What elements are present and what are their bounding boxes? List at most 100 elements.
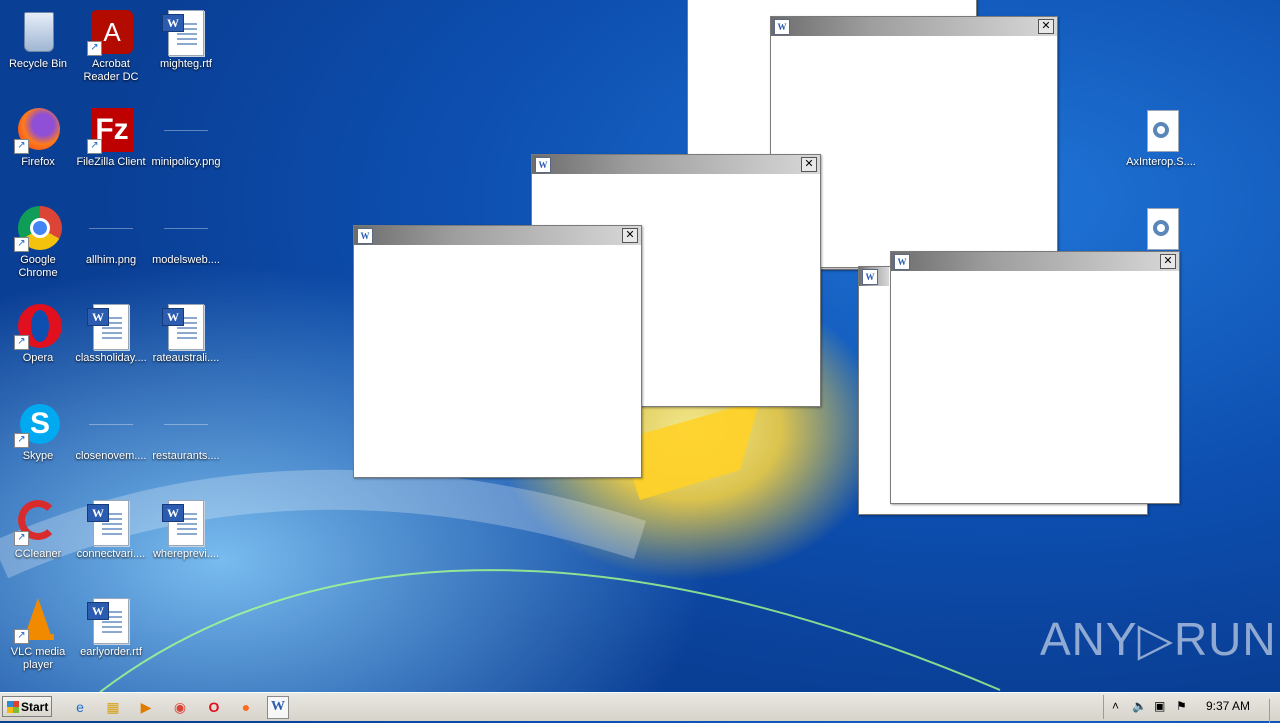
word-document-icon: W xyxy=(162,302,210,350)
desktop-icon-minipolicy[interactable]: minipolicy.png xyxy=(148,104,224,200)
desktop-icon-label: FileZilla Client xyxy=(76,156,146,168)
firefox-icon: ↗ xyxy=(14,106,62,154)
desktop-icon-connectvari[interactable]: W connectvari.... xyxy=(73,496,149,592)
desktop-icon-whereprevi[interactable]: W whereprevi.... xyxy=(148,496,224,592)
desktop-icon-opera[interactable]: ↗ Opera xyxy=(0,300,76,396)
desktop-icon-label: classholiday.... xyxy=(75,352,147,364)
opera-icon: ↗ xyxy=(14,302,62,350)
word-document-icon: W xyxy=(87,596,135,644)
clock[interactable]: 9:37 AM xyxy=(1206,699,1250,713)
popup-window[interactable]: W ✕ xyxy=(353,225,642,478)
desktop-icon-label: Opera xyxy=(22,352,54,364)
network-icon[interactable]: ▣ xyxy=(1154,699,1165,713)
desktop-icon-label: connectvari.... xyxy=(76,548,146,560)
close-icon[interactable]: ✕ xyxy=(1038,19,1054,34)
word-window-icon: W xyxy=(535,157,551,173)
desktop-icon-label: rateaustrali.... xyxy=(152,352,220,364)
chrome-icon: ↗ xyxy=(14,204,62,252)
media-player-icon[interactable]: ▶ xyxy=(136,697,156,717)
desktop-icon-ccleaner[interactable]: ↗ CCleaner xyxy=(0,496,76,592)
desktop-icon-label: Acrobat Reader DC xyxy=(83,58,139,83)
filezilla-icon: Fz ↗ xyxy=(87,106,135,154)
desktop-icon-label: Google Chrome xyxy=(18,254,58,279)
desktop-icon-label: allhim.png xyxy=(85,254,137,266)
settings-file-icon xyxy=(1137,204,1185,252)
ccleaner-icon: ↗ xyxy=(14,498,62,546)
shortcut-arrow-icon: ↗ xyxy=(87,41,102,56)
desktop-icon-restaurants[interactable]: restaurants.... xyxy=(148,398,224,494)
file-explorer-icon[interactable]: ▦ xyxy=(103,697,123,717)
shortcut-arrow-icon: ↗ xyxy=(14,335,29,350)
opera-icon[interactable]: O xyxy=(204,697,224,717)
desktop-icon-label: VLC media player xyxy=(10,646,66,671)
word-document-icon: W xyxy=(162,8,210,56)
word-window-icon: W xyxy=(357,228,373,244)
desktop-icon-acrobat[interactable]: A ↗ Acrobat Reader DC xyxy=(73,6,149,102)
settings-file-icon xyxy=(1137,106,1185,154)
desktop-icon-label: restaurants.... xyxy=(152,450,220,462)
image-file-icon xyxy=(162,400,210,448)
desktop-icon-modelsweb[interactable]: modelsweb.... xyxy=(148,202,224,298)
desktop-icon-chrome[interactable]: ↗ Google Chrome xyxy=(0,202,76,298)
desktop-icon-label: modelsweb.... xyxy=(152,254,220,266)
window-title-bar[interactable]: W ✕ xyxy=(891,252,1179,271)
desktop-icon-earlyorder[interactable]: W earlyorder.rtf xyxy=(73,594,149,690)
close-icon[interactable]: ✕ xyxy=(801,157,817,172)
word-icon[interactable]: W xyxy=(267,696,289,719)
system-tray: ˄ 🔈 ▣ ⚑ 9:37 AM xyxy=(1103,695,1280,723)
shortcut-arrow-icon: ↗ xyxy=(14,629,29,644)
start-label: Start xyxy=(21,700,49,714)
desktop-icon-label: AxInterop.S.... xyxy=(1126,156,1196,168)
volume-icon[interactable]: 🔈 xyxy=(1132,699,1147,713)
desktop-icon-rateaustrali[interactable]: W rateaustrali.... xyxy=(148,300,224,396)
desktop-icon-label: minipolicy.png xyxy=(151,156,221,168)
firefox-icon[interactable]: ● xyxy=(236,697,256,717)
desktop-icon-axinterop[interactable]: AxInterop.S.... xyxy=(1123,104,1199,200)
taskbar: Start e ▦ ▶ ◉ O ● W ˄ 🔈 ▣ ⚑ 9:37 AM xyxy=(0,692,1280,723)
action-center-flag-icon[interactable]: ⚑ xyxy=(1176,699,1187,713)
desktop-icon-firefox[interactable]: ↗ Firefox xyxy=(0,104,76,200)
skype-icon: S ↗ xyxy=(14,400,62,448)
image-file-icon xyxy=(162,106,210,154)
shortcut-arrow-icon: ↗ xyxy=(14,433,29,448)
desktop-icon-label: whereprevi.... xyxy=(152,548,220,560)
show-desktop-button[interactable] xyxy=(1269,699,1280,723)
window-title-bar[interactable]: W xyxy=(859,267,889,286)
word-window-icon: W xyxy=(862,269,878,285)
shortcut-arrow-icon: ↗ xyxy=(14,237,29,252)
desktop-icon-mighteg[interactable]: W mighteg.rtf xyxy=(148,6,224,102)
desktop-icon-recycle-bin[interactable]: Recycle Bin xyxy=(0,6,76,102)
window-title-bar[interactable]: W ✕ xyxy=(354,226,641,245)
desktop-icon-closenovem[interactable]: closenovem.... xyxy=(73,398,149,494)
desktop-icon-skype[interactable]: S ↗ Skype xyxy=(0,398,76,494)
watermark: ANY▷RUN xyxy=(1040,613,1277,665)
show-hidden-icons-icon[interactable]: ˄ xyxy=(1112,699,1119,713)
close-icon[interactable]: ✕ xyxy=(622,228,638,243)
desktop-icon-label: closenovem.... xyxy=(75,450,147,462)
start-button[interactable]: Start xyxy=(2,696,52,717)
windows-logo-icon xyxy=(7,701,19,713)
desktop: Recycle Bin ↗ Firefox ↗ Google Chrome ↗ … xyxy=(0,0,1280,692)
desktop-icon-allhim[interactable]: allhim.png xyxy=(73,202,149,298)
word-document-icon: W xyxy=(87,498,135,546)
desktop-icon-label: mighteg.rtf xyxy=(160,58,212,70)
image-file-icon xyxy=(87,204,135,252)
acrobat-icon: A ↗ xyxy=(87,8,135,56)
word-window-icon: W xyxy=(774,19,790,35)
popup-window[interactable]: W ✕ xyxy=(890,251,1180,504)
window-title-bar[interactable]: W ✕ xyxy=(771,17,1057,36)
chrome-icon[interactable]: ◉ xyxy=(170,697,190,717)
shortcut-arrow-icon: ↗ xyxy=(14,531,29,546)
image-file-icon xyxy=(87,400,135,448)
desktop-icon-label: Firefox xyxy=(21,156,55,168)
internet-explorer-icon[interactable]: e xyxy=(70,697,90,717)
desktop-icon-filezilla[interactable]: Fz ↗ FileZilla Client xyxy=(73,104,149,200)
desktop-icon-label: CCleaner xyxy=(14,548,62,560)
shortcut-arrow-icon: ↗ xyxy=(87,139,102,154)
window-title-bar[interactable]: W ✕ xyxy=(532,155,820,174)
vlc-icon: ↗ xyxy=(14,596,62,644)
desktop-icon-vlc[interactable]: ↗ VLC media player xyxy=(0,594,76,690)
close-icon[interactable]: ✕ xyxy=(1160,254,1176,269)
image-file-icon xyxy=(162,204,210,252)
desktop-icon-classholiday[interactable]: W classholiday.... xyxy=(73,300,149,396)
